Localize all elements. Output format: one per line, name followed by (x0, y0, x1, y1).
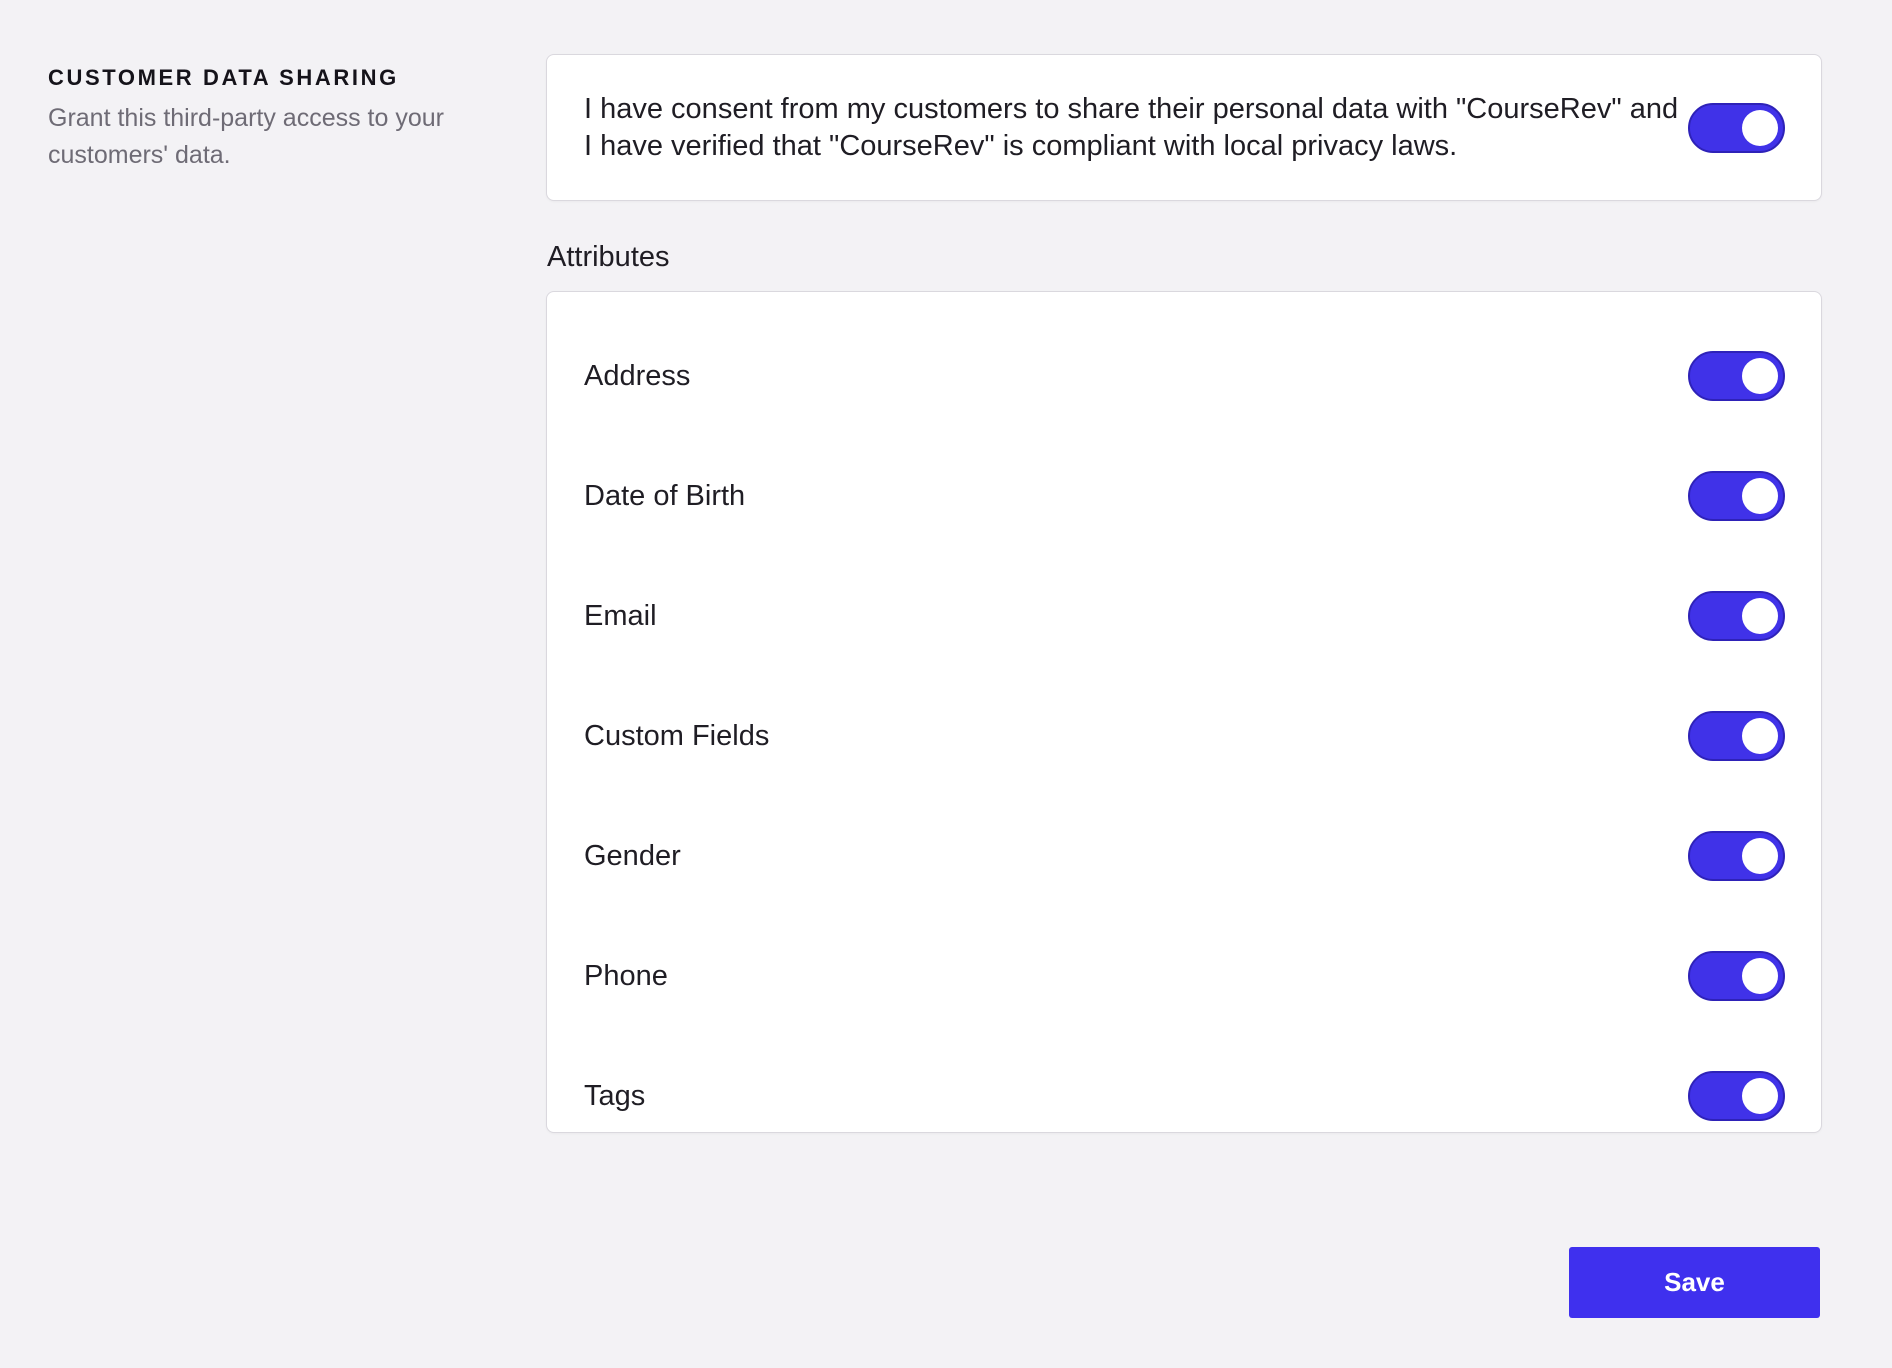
attribute-label: Tags (584, 1080, 646, 1112)
attribute-label: Email (584, 600, 657, 632)
attribute-row-gender: Gender (584, 796, 1785, 916)
save-button[interactable]: Save (1569, 1247, 1820, 1318)
consent-text: I have consent from my customers to shar… (584, 92, 1679, 162)
attribute-label: Address (584, 360, 691, 392)
toggle-knob (1742, 358, 1778, 394)
gender-toggle[interactable] (1688, 831, 1785, 881)
tags-toggle[interactable] (1688, 1071, 1785, 1121)
toggle-knob (1742, 1078, 1778, 1114)
attribute-row-phone: Phone (584, 916, 1785, 1036)
toggle-knob (1742, 958, 1778, 994)
consent-toggle[interactable] (1688, 102, 1785, 153)
date-of-birth-toggle[interactable] (1688, 471, 1785, 521)
section-meta: CUSTOMER DATA SHARING Grant this third-p… (48, 64, 488, 174)
main-panel: I have consent from my customers to shar… (546, 54, 1822, 1133)
consent-card: I have consent from my customers to shar… (546, 54, 1822, 201)
toggle-knob (1742, 838, 1778, 874)
custom-fields-toggle[interactable] (1688, 711, 1785, 761)
attribute-row-address: Address (584, 316, 1785, 436)
attribute-row-tags: Tags (584, 1036, 1785, 1156)
address-toggle[interactable] (1688, 351, 1785, 401)
toggle-knob (1742, 109, 1778, 146)
toggle-knob (1742, 478, 1778, 514)
attributes-card: Address Date of Birth Email Custom Field… (546, 291, 1822, 1133)
attributes-heading: Attributes (547, 241, 670, 273)
attribute-row-date-of-birth: Date of Birth (584, 436, 1785, 556)
section-description: Grant this third-party access to your cu… (48, 104, 444, 169)
phone-toggle[interactable] (1688, 951, 1785, 1001)
attribute-label: Custom Fields (584, 720, 770, 752)
settings-page: CUSTOMER DATA SHARING Grant this third-p… (0, 0, 1892, 1368)
email-toggle[interactable] (1688, 591, 1785, 641)
attribute-row-email: Email (584, 556, 1785, 676)
section-title: CUSTOMER DATA SHARING (48, 65, 399, 90)
attribute-label: Gender (584, 840, 681, 872)
attribute-row-custom-fields: Custom Fields (584, 676, 1785, 796)
attribute-label: Date of Birth (584, 480, 746, 512)
toggle-knob (1742, 598, 1778, 634)
toggle-knob (1742, 718, 1778, 754)
attribute-label: Phone (584, 960, 668, 992)
